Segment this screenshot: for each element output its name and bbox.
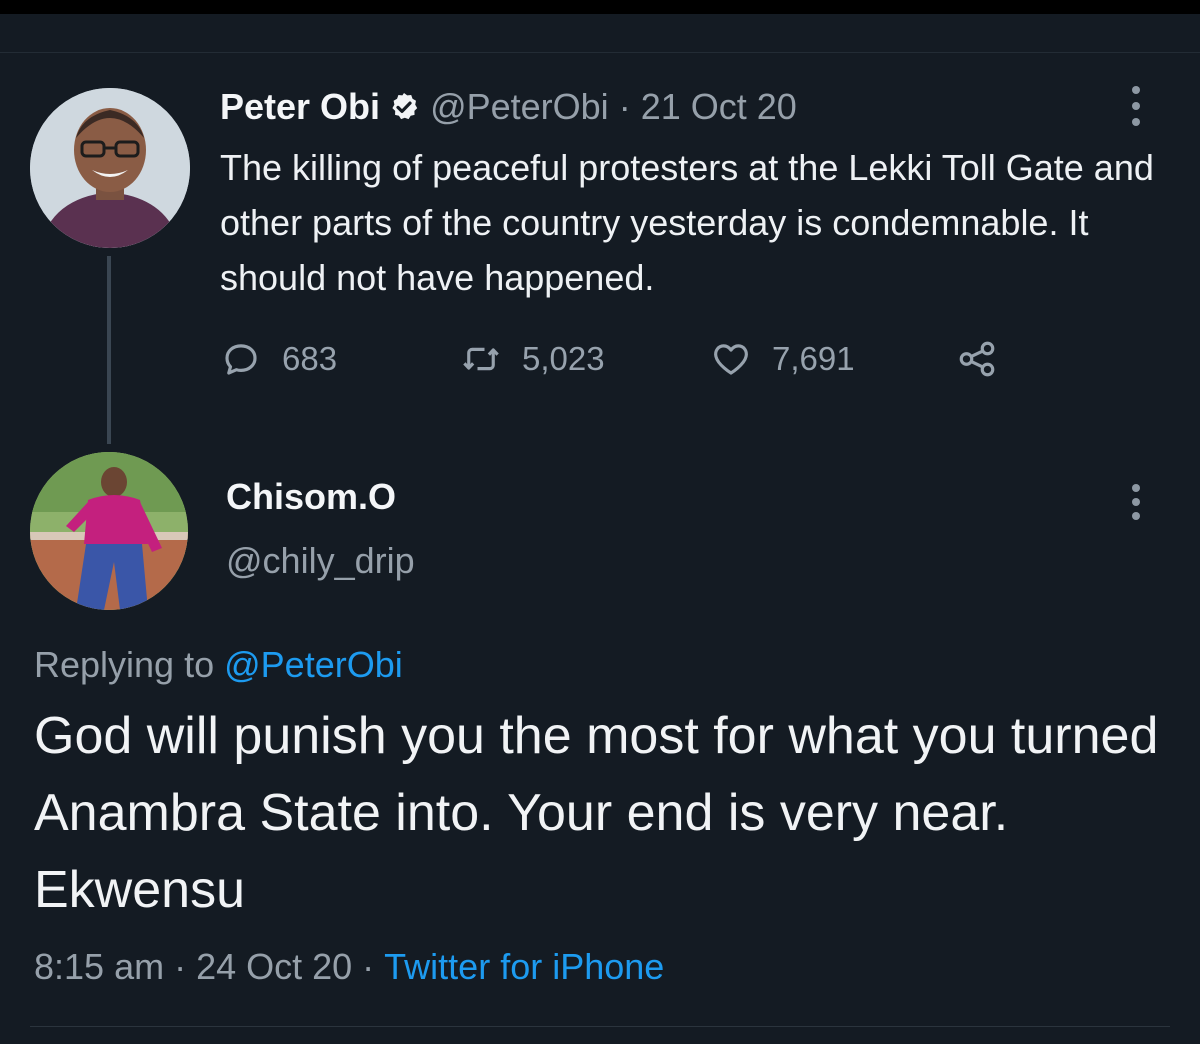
reply-tweet-meta: 8:15 am · 24 Oct 20 · Twitter for iPhone: [34, 946, 664, 988]
peter-obi-avatar[interactable]: [30, 88, 190, 248]
reply-time[interactable]: 8:15 am: [34, 946, 164, 987]
reply-author-handle[interactable]: @chily_drip: [226, 540, 415, 582]
reply-button[interactable]: 683: [220, 336, 337, 382]
replying-to-line: Replying to @PeterObi: [34, 644, 403, 686]
parent-tweet-text: The killing of peaceful protesters at th…: [220, 147, 1154, 298]
avatar-photo-icon: [30, 452, 188, 610]
more-icon[interactable]: [1130, 484, 1142, 520]
tweet-source-link[interactable]: Twitter for iPhone: [384, 946, 664, 987]
replying-mention-link[interactable]: @PeterObi: [224, 644, 403, 685]
replying-prefix: Replying to: [34, 644, 215, 685]
thread-connector-line: [107, 256, 111, 444]
avatar-portrait-icon: [30, 88, 190, 248]
like-count: 7,691: [772, 340, 855, 377]
author-name[interactable]: Peter Obi: [220, 86, 380, 128]
like-button[interactable]: 7,691: [710, 336, 855, 382]
verified-badge-icon: [388, 91, 420, 123]
top-divider: [0, 52, 1200, 53]
retweet-button[interactable]: 5,023: [460, 336, 605, 382]
reply-tweet-text: God will punish you the most for what yo…: [34, 707, 1159, 919]
like-icon: [714, 344, 748, 375]
chisom-avatar[interactable]: [30, 452, 188, 610]
share-button[interactable]: [956, 336, 998, 382]
reply-author-name[interactable]: Chisom.O: [226, 476, 396, 518]
header-separator: ·: [618, 86, 631, 127]
retweet-icon: [463, 347, 499, 371]
author-handle[interactable]: @PeterObi: [430, 86, 609, 128]
meta-separator: ·: [362, 946, 375, 987]
bottom-divider: [30, 1026, 1170, 1027]
reply-count: 683: [282, 340, 338, 377]
reply-date[interactable]: 24 Oct 20: [196, 946, 352, 987]
top-black-bar: [0, 0, 1200, 14]
meta-separator: ·: [174, 946, 187, 987]
retweet-count: 5,023: [522, 340, 605, 377]
share-icon: [959, 341, 995, 377]
more-icon[interactable]: [1130, 86, 1142, 126]
tweet-actions: 683 5,023 7,691: [220, 336, 1020, 382]
parent-tweet-header: Peter Obi @PeterObi · 21 Oct 20: [220, 82, 797, 132]
reply-icon: [225, 344, 257, 375]
tweet-date[interactable]: 21 Oct 20: [641, 86, 797, 128]
